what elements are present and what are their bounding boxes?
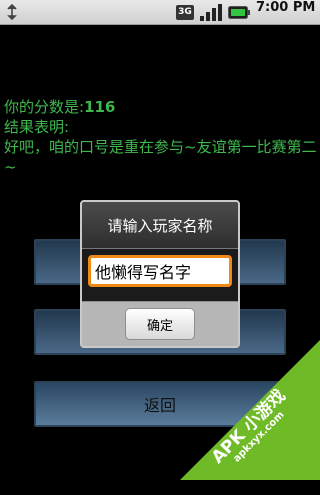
result-message: 好吧，咱的口号是重在参与~友谊第一比赛第二~ [4, 138, 317, 176]
summary-label: 结果表明: [4, 118, 70, 136]
result-text: 你的分数是:116 结果表明: 好吧，咱的口号是重在参与~友谊第一比赛第二~ [4, 97, 320, 177]
confirm-button[interactable]: 确定 [125, 308, 195, 340]
usb-debug-icon [7, 4, 17, 20]
player-name-input[interactable] [88, 255, 232, 287]
clock-time: 7:00 PM [256, 0, 316, 15]
dialog-body [82, 249, 238, 301]
player-name-dialog: 请输入玩家名称 确定 [80, 200, 240, 348]
status-bar: 3G 7:00 PM [0, 0, 320, 25]
dialog-title: 请输入玩家名称 [82, 202, 238, 249]
signal-strength-icon [200, 4, 222, 21]
network-type-icon: 3G [176, 5, 194, 20]
score-value: 116 [84, 98, 116, 116]
score-line: 你的分数是:116 [4, 97, 320, 117]
battery-icon [228, 6, 250, 19]
score-label: 你的分数是: [4, 98, 85, 116]
